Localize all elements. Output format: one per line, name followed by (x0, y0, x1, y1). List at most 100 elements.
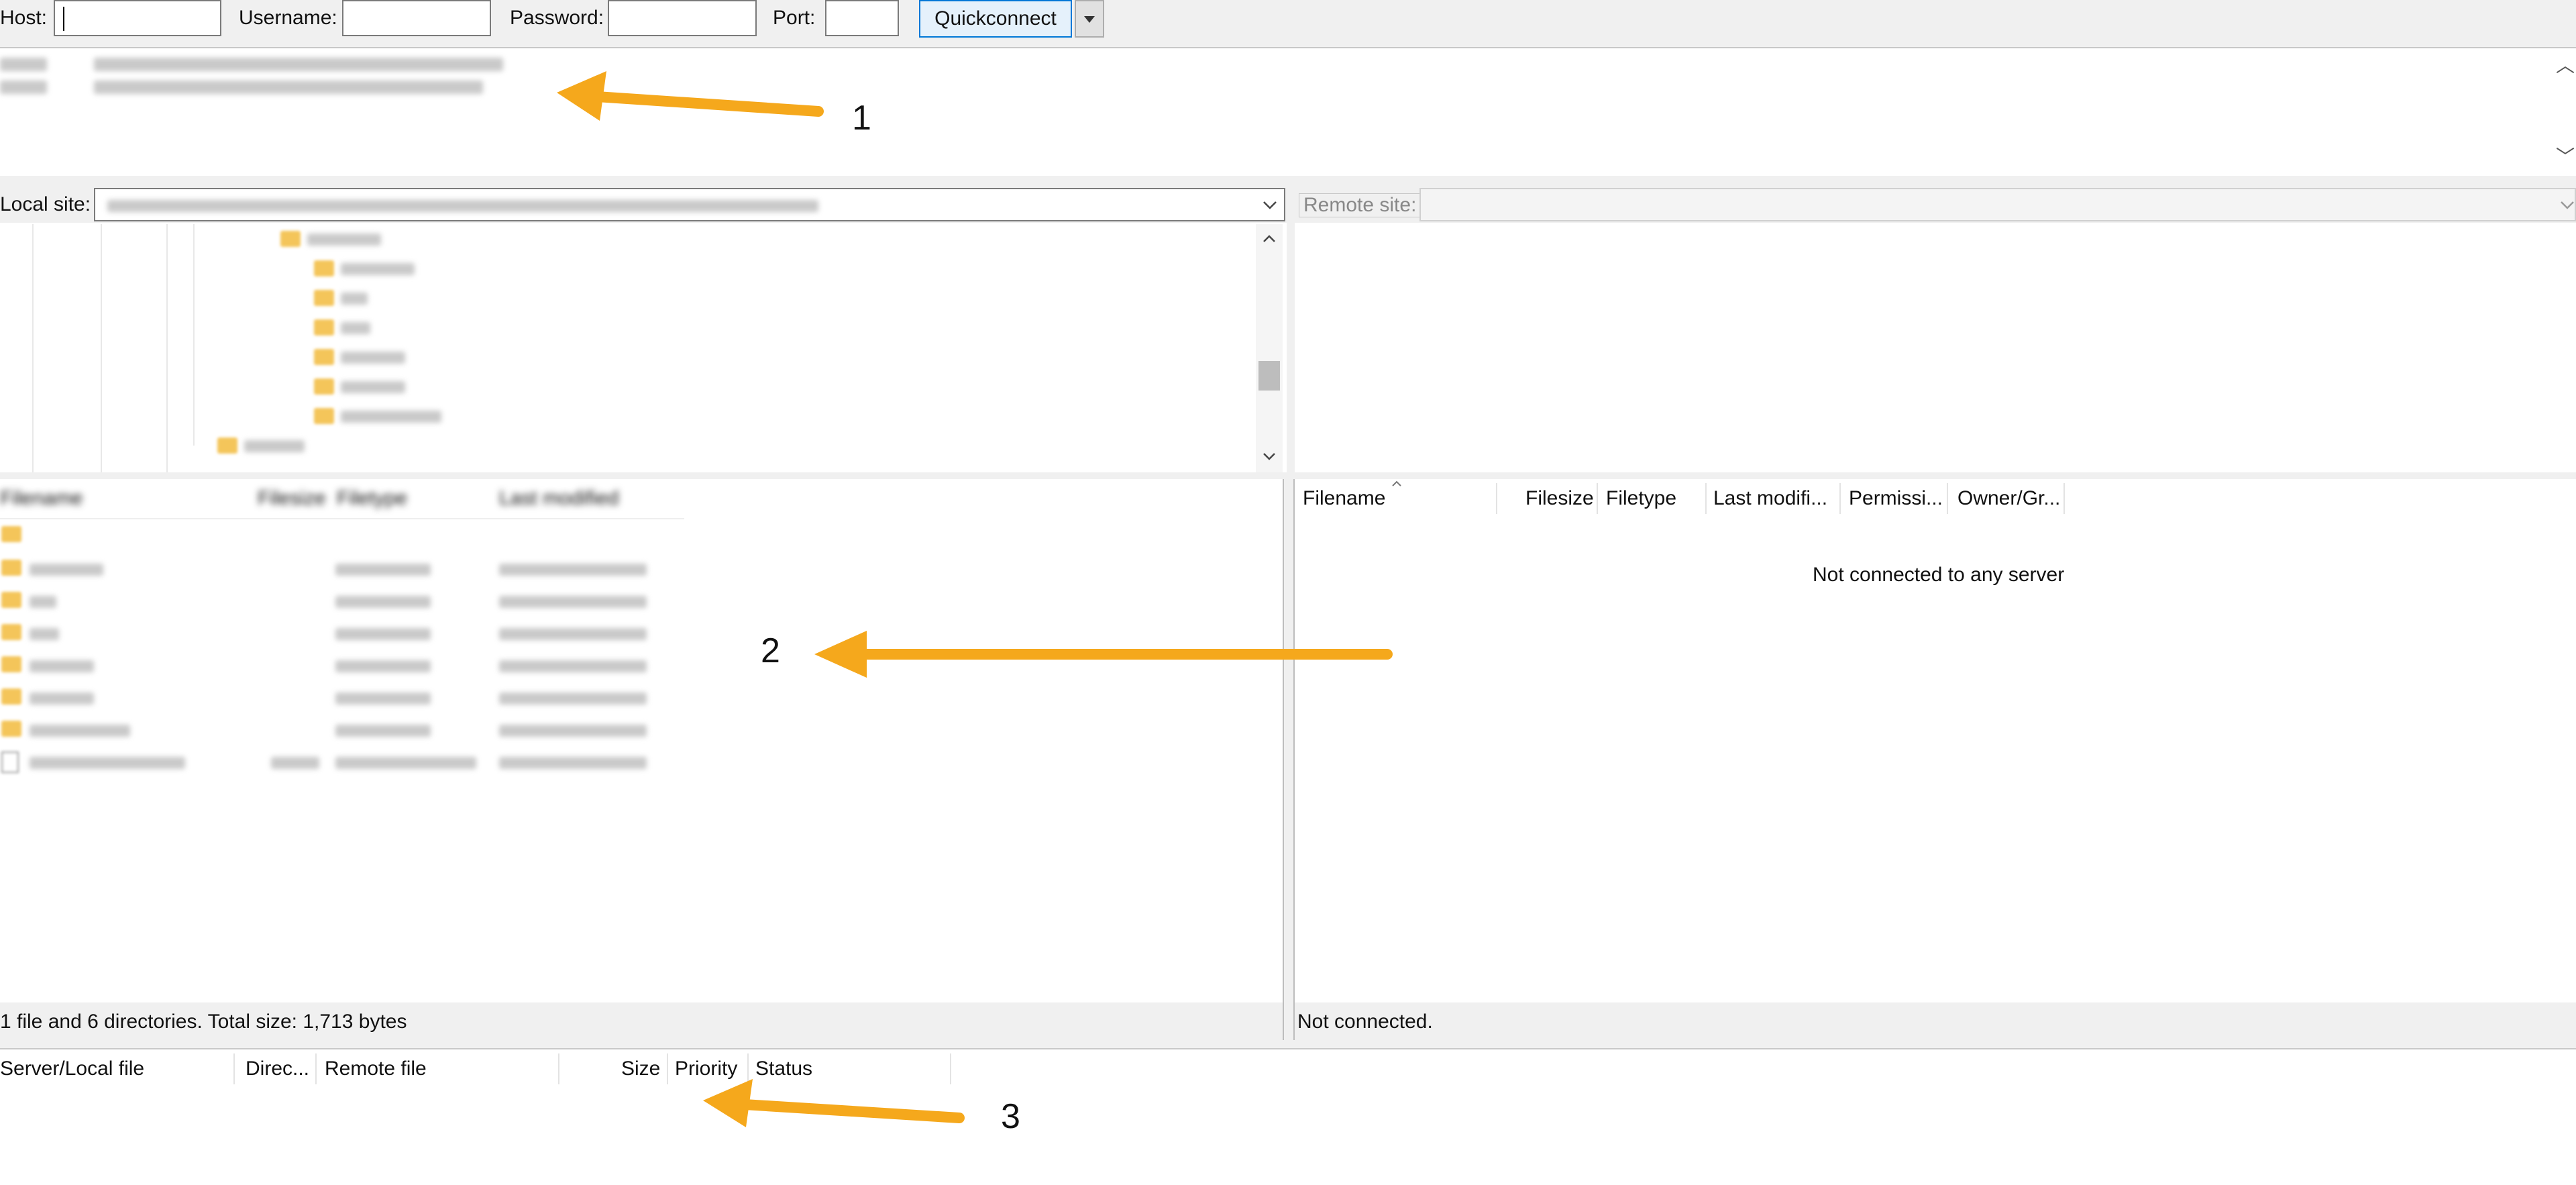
folder-icon (280, 231, 301, 247)
file-row-date (499, 725, 647, 737)
file-row-name[interactable] (30, 660, 94, 672)
tree-item[interactable] (341, 293, 368, 305)
file-row-type (335, 692, 431, 705)
file-row-size (271, 757, 319, 769)
quickconnect-button[interactable]: Quickconnect (919, 0, 1072, 38)
column-divider[interactable] (667, 1053, 668, 1084)
column-divider[interactable] (558, 1053, 559, 1084)
tree-item[interactable] (307, 234, 381, 246)
col-filename[interactable]: Filename (0, 487, 83, 510)
file-row-date (499, 596, 647, 608)
tree-item[interactable] (341, 352, 405, 364)
col-last-modified[interactable]: Last modified (499, 487, 619, 510)
tree-item[interactable] (341, 263, 415, 275)
col-size[interactable]: Size (621, 1058, 660, 1080)
folder-icon (1, 560, 21, 576)
file-row-type (335, 757, 476, 769)
folder-icon (1, 721, 21, 737)
remote-file-list-header: Filename Filesize Filetype Last modifi..… (1295, 479, 2576, 518)
annotation-arrow-2-icon (814, 631, 1393, 678)
remote-directory-tree[interactable] (1295, 224, 2576, 472)
quickconnect-dropdown-button[interactable] (1075, 0, 1104, 38)
not-connected-message: Not connected to any server (1813, 564, 2065, 586)
local-file-list-header: Filename Filesize Filetype Last modified (0, 479, 684, 519)
log-line-1-text (94, 58, 503, 71)
splitter-queue[interactable] (0, 1040, 2576, 1049)
password-input[interactable] (608, 0, 757, 36)
file-row-date (499, 757, 647, 769)
file-row-type (335, 660, 431, 672)
col-filesize[interactable]: Filesize (1525, 487, 1594, 510)
col-last-modified[interactable]: Last modifi... (1713, 487, 1827, 510)
folder-icon (1, 656, 21, 672)
tree-scrollbar[interactable] (1256, 224, 1283, 472)
tree-item[interactable] (341, 411, 441, 423)
local-file-list[interactable]: Filename Filesize Filetype Last modified (0, 479, 1283, 1002)
pane-divider-bottom[interactable] (1283, 479, 1295, 1040)
col-filetype[interactable]: Filetype (337, 487, 407, 510)
remote-status-bar: Not connected. (1295, 1002, 2576, 1040)
file-row-name[interactable] (30, 692, 94, 705)
file-row-type (335, 628, 431, 640)
remote-site-path-select[interactable] (1419, 188, 2576, 221)
file-row-name[interactable] (30, 628, 59, 640)
col-remote-file[interactable]: Remote file (325, 1058, 427, 1080)
username-label: Username: (239, 7, 337, 29)
username-input[interactable] (342, 0, 491, 36)
folder-icon (314, 260, 334, 276)
tree-item[interactable] (244, 440, 305, 452)
local-site-path (107, 200, 818, 212)
file-row-name[interactable] (30, 725, 130, 737)
file-row-name[interactable] (30, 564, 103, 576)
tree-guide-line (193, 224, 195, 446)
tree-item[interactable] (341, 381, 405, 393)
remote-file-list[interactable]: Filename Filesize Filetype Last modifi..… (1295, 479, 2576, 1002)
scrollbar-thumb[interactable] (1258, 361, 1280, 391)
col-direction[interactable]: Direc... (246, 1058, 309, 1080)
column-divider[interactable] (1839, 483, 1841, 514)
col-server-local-file[interactable]: Server/Local file (0, 1058, 144, 1080)
col-filesize[interactable]: Filesize (258, 487, 326, 510)
col-permissions[interactable]: Permissi... (1849, 487, 1943, 510)
file-row-type (335, 564, 431, 576)
annotation-label-2: 2 (761, 631, 780, 670)
col-owner-group[interactable]: Owner/Gr... (1957, 487, 2060, 510)
local-status-bar: 1 file and 6 directories. Total size: 1,… (0, 1002, 1283, 1040)
file-row-type (335, 596, 431, 608)
col-filename[interactable]: Filename (1303, 487, 1385, 510)
file-row-type (335, 725, 431, 737)
column-divider[interactable] (1947, 483, 1948, 514)
remote-site-label: Remote site: (1299, 193, 1421, 217)
folder-icon (1, 592, 21, 608)
chevron-up-icon[interactable] (1256, 227, 1283, 250)
folder-icon (217, 437, 237, 454)
folder-icon (314, 408, 334, 424)
folder-icon (314, 319, 334, 336)
message-log[interactable]: ︿ ﹀ (0, 48, 2576, 174)
col-filetype[interactable]: Filetype (1606, 487, 1676, 510)
host-input[interactable] (54, 0, 221, 36)
file-row-name[interactable] (30, 757, 185, 769)
chevron-down-icon[interactable] (1256, 446, 1283, 468)
tree-item[interactable] (341, 322, 370, 334)
transfer-queue[interactable]: Server/Local file Direc... Remote file S… (0, 1049, 2576, 1185)
column-divider[interactable] (233, 1053, 235, 1084)
column-divider[interactable] (1597, 483, 1598, 514)
remote-status-text: Not connected. (1297, 1011, 1433, 1033)
column-divider[interactable] (1496, 483, 1497, 514)
local-directory-tree[interactable] (0, 224, 1285, 472)
log-scroll-up-icon[interactable]: ︿ (2556, 51, 2575, 78)
splitter-horizontal[interactable] (0, 472, 2576, 479)
column-divider[interactable] (2063, 483, 2065, 514)
file-row-date (499, 564, 647, 576)
triangle-down-icon (1084, 16, 1095, 23)
file-row-name[interactable] (30, 596, 56, 608)
file-row-date (499, 660, 647, 672)
pane-divider-top[interactable] (1287, 185, 1295, 474)
local-site-path-select[interactable] (94, 188, 1285, 221)
column-divider[interactable] (1705, 483, 1707, 514)
column-divider[interactable] (315, 1053, 317, 1084)
log-scroll-down-icon[interactable]: ﹀ (2556, 142, 2575, 169)
port-input[interactable] (825, 0, 899, 36)
folder-icon (1, 624, 21, 640)
